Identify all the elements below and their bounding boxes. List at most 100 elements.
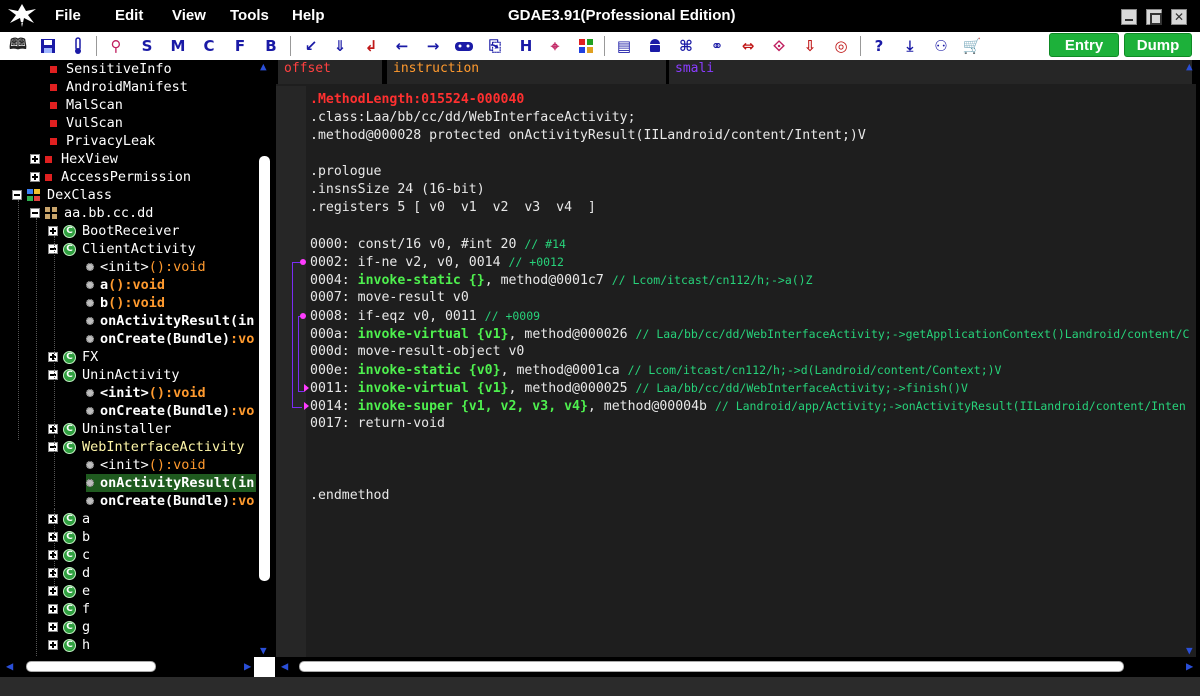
tree-item-hexview[interactable]: HexView bbox=[30, 150, 118, 168]
offset-header[interactable]: offset bbox=[278, 60, 382, 84]
code-line[interactable]: 0017: return-void bbox=[310, 415, 445, 433]
person-down-icon[interactable]: ⇩ bbox=[800, 36, 820, 56]
collapse-toggle-icon[interactable] bbox=[48, 442, 58, 452]
tree-item-aa-bb-cc-dd[interactable]: aa.bb.cc.dd bbox=[30, 204, 153, 222]
tree-item-init[interactable]: <init> ():void bbox=[86, 456, 206, 474]
expand-toggle-icon[interactable] bbox=[48, 424, 58, 434]
tree-item-oncreate-bundle[interactable]: onCreate(Bundle):vo bbox=[86, 330, 254, 348]
android-icon[interactable] bbox=[645, 36, 665, 56]
expand-toggle-icon[interactable] bbox=[48, 586, 58, 596]
tree-item-sensitiveinfo[interactable]: SensitiveInfo bbox=[50, 60, 172, 78]
code-line[interactable]: 000a: invoke-virtual {v1}, method@000026… bbox=[310, 325, 1189, 343]
gamepad-icon[interactable] bbox=[454, 36, 474, 56]
code-line[interactable]: .registers 5 [ v0 v1 v2 v3 v4 ] bbox=[310, 199, 596, 217]
person-search-icon[interactable]: ⚲ bbox=[106, 36, 126, 56]
collapse-toggle-icon[interactable] bbox=[48, 244, 58, 254]
forward-arrow-icon[interactable]: → bbox=[423, 36, 443, 56]
search-strings-button[interactable]: S bbox=[137, 36, 157, 56]
tree-item-g[interactable]: Cg bbox=[48, 618, 90, 636]
tree-scroll-right-arrow[interactable]: ▶ bbox=[244, 659, 251, 673]
color-grid-icon[interactable] bbox=[576, 36, 596, 56]
code-scroll-down-arrow[interactable]: ▼ bbox=[1186, 644, 1193, 657]
expand-toggle-icon[interactable] bbox=[48, 352, 58, 362]
tree-item-uninactivity[interactable]: C UninActivity bbox=[48, 366, 180, 384]
tree-item-clientactivity[interactable]: C ClientActivity bbox=[48, 240, 196, 258]
tree-item-fx[interactable]: C FX bbox=[48, 348, 98, 366]
diamond-icon[interactable]: ⟐ bbox=[769, 36, 789, 56]
find-document-icon[interactable]: ⎘ bbox=[485, 36, 505, 56]
code-line[interactable]: .MethodLength:015524-000040 bbox=[310, 91, 524, 109]
tree-item-a[interactable]: a ():void bbox=[86, 276, 165, 294]
cart-icon[interactable]: 🛒 bbox=[962, 36, 982, 56]
code-line[interactable]: 0007: move-result v0 bbox=[310, 289, 469, 307]
download-list-icon[interactable]: ⇓ bbox=[330, 36, 350, 56]
dump-button[interactable]: Dump bbox=[1124, 33, 1192, 57]
collapse-toggle-icon[interactable] bbox=[12, 190, 22, 200]
thermometer-icon[interactable] bbox=[68, 36, 88, 56]
tree-vertical-scrollbar[interactable] bbox=[259, 156, 270, 581]
tree-item-init[interactable]: <init> ():void bbox=[86, 258, 206, 276]
code-scroll-up-arrow[interactable]: ▲ bbox=[1186, 60, 1193, 73]
code-line[interactable]: .prologue bbox=[310, 163, 381, 181]
help-button[interactable]: ? bbox=[869, 36, 889, 56]
save-icon[interactable] bbox=[38, 36, 58, 56]
back-arrow-icon[interactable]: ← bbox=[392, 36, 412, 56]
expand-toggle-icon[interactable] bbox=[48, 622, 58, 632]
goto-icon[interactable]: ↙ bbox=[301, 36, 321, 56]
search-classes-button[interactable]: C bbox=[199, 36, 219, 56]
code-line[interactable]: 000d: move-result-object v0 bbox=[310, 343, 524, 361]
code-horizontal-scrollbar[interactable] bbox=[299, 661, 1124, 672]
tree-item-uninstaller[interactable]: C Uninstaller bbox=[48, 420, 171, 438]
collapse-toggle-icon[interactable] bbox=[48, 370, 58, 380]
tree-item-accesspermission[interactable]: AccessPermission bbox=[30, 168, 191, 186]
tree-item-privacyleak[interactable]: PrivacyLeak bbox=[50, 132, 155, 150]
people-icon[interactable]: ⚇ bbox=[931, 36, 951, 56]
menu-file[interactable]: File bbox=[55, 7, 81, 24]
tree-item-oncreate-bundle[interactable]: onCreate(Bundle):vo bbox=[86, 402, 254, 420]
tree-horizontal-scrollbar[interactable] bbox=[26, 661, 156, 672]
menu-help[interactable]: Help bbox=[292, 7, 325, 24]
menu-tools[interactable]: Tools bbox=[230, 7, 269, 24]
search-fields-button[interactable]: F bbox=[230, 36, 250, 56]
command-icon[interactable]: ⌘ bbox=[676, 36, 696, 56]
swap-arrows-icon[interactable]: ⇔ bbox=[738, 36, 758, 56]
open-book-icon[interactable]: 🕮 bbox=[8, 35, 28, 56]
tree-item-onactivityresult-in[interactable]: onActivityResult(in bbox=[86, 312, 254, 330]
menu-view[interactable]: View bbox=[172, 7, 206, 24]
tree-scroll-up-arrow[interactable]: ▲ bbox=[260, 60, 267, 73]
tree-item-webinterfaceactivity[interactable]: C WebInterfaceActivity bbox=[48, 438, 245, 456]
tree-item-dexclass[interactable]: DexClass bbox=[12, 186, 112, 204]
maximize-button[interactable] bbox=[1146, 9, 1162, 25]
minimize-button[interactable] bbox=[1121, 9, 1137, 25]
xml-file-icon[interactable]: ▤ bbox=[614, 36, 634, 56]
h-button[interactable]: H bbox=[516, 36, 536, 56]
expand-toggle-icon[interactable] bbox=[48, 604, 58, 614]
tree-item-onactivityresult-in[interactable]: onActivityResult(in bbox=[86, 474, 257, 492]
code-line[interactable]: 0011: invoke-virtual {v1}, method@000025… bbox=[310, 379, 968, 397]
code-line[interactable]: 0014: invoke-super {v1, v2, v3, v4}, met… bbox=[310, 397, 1186, 415]
search-methods-button[interactable]: M bbox=[168, 36, 188, 56]
close-button[interactable]: ✕ bbox=[1171, 9, 1187, 25]
expand-toggle-icon[interactable] bbox=[48, 514, 58, 524]
link-icon[interactable]: ⚭ bbox=[707, 36, 727, 56]
expand-toggle-icon[interactable] bbox=[48, 640, 58, 650]
tree-item-b[interactable]: b ():void bbox=[86, 294, 165, 312]
expand-toggle-icon[interactable] bbox=[30, 154, 40, 164]
tree-item-bootreceiver[interactable]: C BootReceiver bbox=[48, 222, 180, 240]
tree-item-vulscan[interactable]: VulScan bbox=[50, 114, 123, 132]
tree-item-init[interactable]: <init> ():void bbox=[86, 384, 206, 402]
tree-item-oncreate-bundle[interactable]: onCreate(Bundle):vo bbox=[86, 492, 254, 510]
download-icon[interactable]: ⤓ bbox=[900, 36, 920, 56]
menu-edit[interactable]: Edit bbox=[115, 7, 143, 24]
code-line[interactable]: .class:Laa/bb/cc/dd/WebInterfaceActivity… bbox=[310, 109, 636, 127]
tree-graph-icon[interactable]: ⌖ bbox=[545, 36, 565, 56]
return-arrow-icon[interactable]: ↲ bbox=[361, 36, 381, 56]
smali-header[interactable]: smali bbox=[669, 60, 1192, 84]
fingerprint-icon[interactable]: ◎ bbox=[831, 36, 851, 56]
code-line[interactable]: 0000: const/16 v0, #int 20 // #14 bbox=[310, 235, 566, 253]
code-scroll-left-arrow[interactable]: ◀ bbox=[281, 659, 288, 673]
code-line[interactable]: 000e: invoke-static {v0}, method@0001ca … bbox=[310, 361, 1001, 379]
expand-toggle-icon[interactable] bbox=[48, 532, 58, 542]
code-line[interactable]: 0004: invoke-static {}, method@0001c7 //… bbox=[310, 271, 813, 289]
code-line[interactable]: 0008: if-eqz v0, 0011 // +0009 bbox=[310, 307, 540, 325]
